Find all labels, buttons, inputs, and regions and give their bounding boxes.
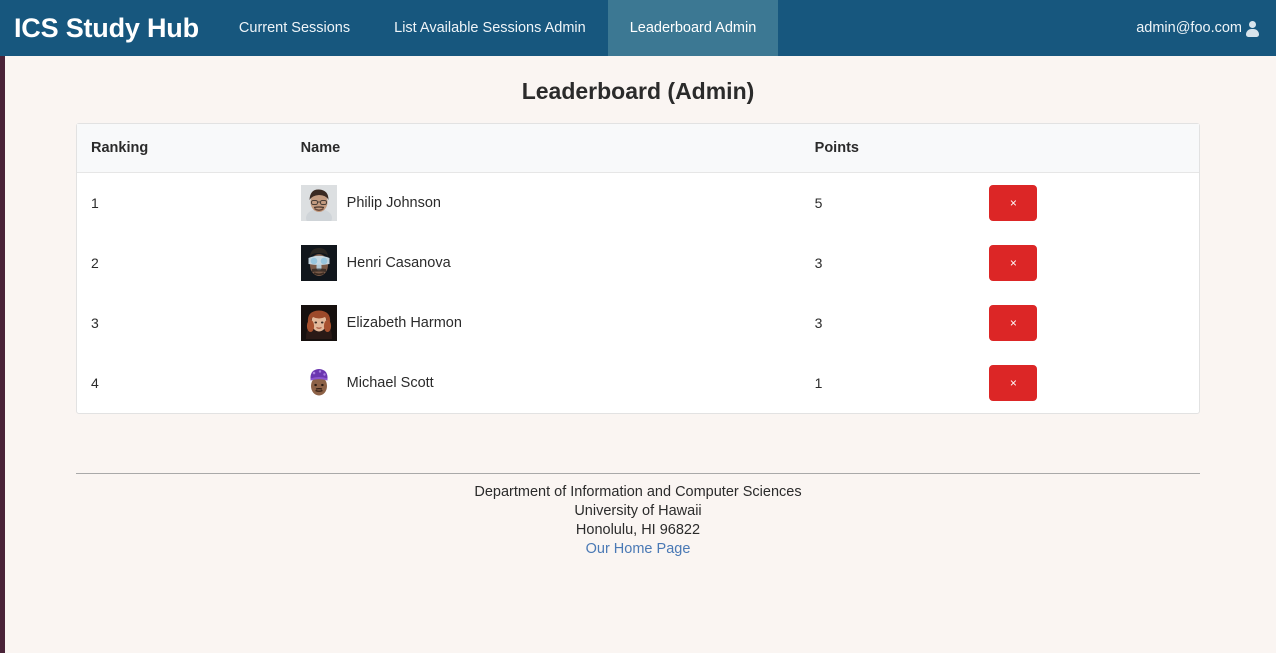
footer-address: Honolulu, HI 96822 — [575, 522, 701, 538]
cell-name-label: Philip Johnson — [346, 195, 441, 211]
footer-department: Department of Information and Computer S… — [474, 484, 802, 500]
delete-button[interactable]: × — [989, 185, 1038, 221]
column-header-ranking: Ranking — [91, 140, 149, 156]
page-body: Leaderboard (Admin) Ranking Name Points … — [0, 56, 1276, 559]
delete-button[interactable]: × — [989, 305, 1038, 341]
user-email-label: admin@foo.com — [1136, 20, 1242, 36]
cell-points: 5 — [814, 195, 823, 211]
nav-right: admin@foo.com — [1136, 0, 1276, 56]
name-cell: Henri Casanova — [300, 245, 791, 281]
table-body: 1 Philip Johnson 5 × 2 Henri Casanova 3 … — [77, 173, 1199, 414]
name-cell: Elizabeth Harmon — [300, 305, 791, 341]
cell-name-label: Henri Casanova — [346, 255, 451, 271]
footer-home-page-link[interactable]: Our Home Page — [586, 541, 691, 557]
nav-links: Current Sessions List Available Sessions… — [217, 0, 779, 56]
person-icon — [1244, 20, 1260, 37]
cell-points: 1 — [814, 375, 823, 391]
michael-scott-avatar — [300, 365, 337, 401]
table-head: Ranking Name Points — [77, 124, 1199, 173]
cell-ranking: 4 — [91, 375, 99, 391]
henri-casanova-avatar — [300, 245, 337, 281]
navbar: ICS Study Hub Current Sessions List Avai… — [0, 0, 1276, 56]
table-row: 2 Henri Casanova 3 × — [77, 233, 1199, 293]
cell-actions: × — [977, 293, 1199, 353]
cell-actions: × — [977, 353, 1199, 413]
nav-link-current-sessions[interactable]: Current Sessions — [217, 0, 372, 56]
philip-johnson-avatar — [300, 185, 337, 221]
footer-university: University of Hawaii — [574, 503, 702, 519]
column-header-points: Points — [814, 140, 859, 156]
leaderboard-table: Ranking Name Points 1 Philip Johnson 5 ×… — [77, 124, 1199, 413]
user-menu[interactable]: admin@foo.com — [1136, 20, 1260, 37]
cell-name-label: Elizabeth Harmon — [346, 315, 462, 331]
cell-ranking: 3 — [91, 315, 99, 331]
delete-button[interactable]: × — [989, 365, 1038, 401]
cell-name-label: Michael Scott — [346, 375, 434, 391]
cell-ranking: 2 — [91, 255, 99, 271]
cell-name: Henri Casanova — [289, 233, 803, 293]
cell-points: 3 — [814, 255, 823, 271]
brand-logo[interactable]: ICS Study Hub — [0, 0, 217, 56]
footer-wrap: Department of Information and Computer S… — [76, 414, 1200, 559]
nav-link-leaderboard-admin[interactable]: Leaderboard Admin — [607, 0, 779, 56]
nav-link-list-available-sessions-admin[interactable]: List Available Sessions Admin — [372, 0, 608, 56]
cell-name: Philip Johnson — [289, 173, 803, 234]
cell-actions: × — [977, 173, 1199, 234]
page-title: Leaderboard (Admin) — [521, 78, 755, 104]
cell-name: Elizabeth Harmon — [289, 293, 803, 353]
elizabeth-harmon-avatar — [300, 305, 337, 341]
cell-actions: × — [977, 233, 1199, 293]
delete-button[interactable]: × — [989, 245, 1038, 281]
table-row: 1 Philip Johnson 5 × — [77, 173, 1199, 234]
footer: Department of Information and Computer S… — [76, 474, 1200, 559]
cell-name: Michael Scott — [289, 353, 803, 413]
cell-points: 3 — [814, 315, 823, 331]
cell-ranking: 1 — [91, 195, 99, 211]
left-accent-strip — [0, 0, 5, 653]
column-header-name: Name — [300, 140, 341, 156]
table-row: 4 Michael Scott 1 × — [77, 353, 1199, 413]
leaderboard-card: Ranking Name Points 1 Philip Johnson 5 ×… — [76, 123, 1200, 414]
name-cell: Philip Johnson — [300, 185, 791, 221]
name-cell: Michael Scott — [300, 365, 791, 401]
table-row: 3 Elizabeth Harmon 3 × — [77, 293, 1199, 353]
column-header-actions — [977, 124, 1199, 173]
table-header-row: Ranking Name Points — [77, 124, 1199, 173]
